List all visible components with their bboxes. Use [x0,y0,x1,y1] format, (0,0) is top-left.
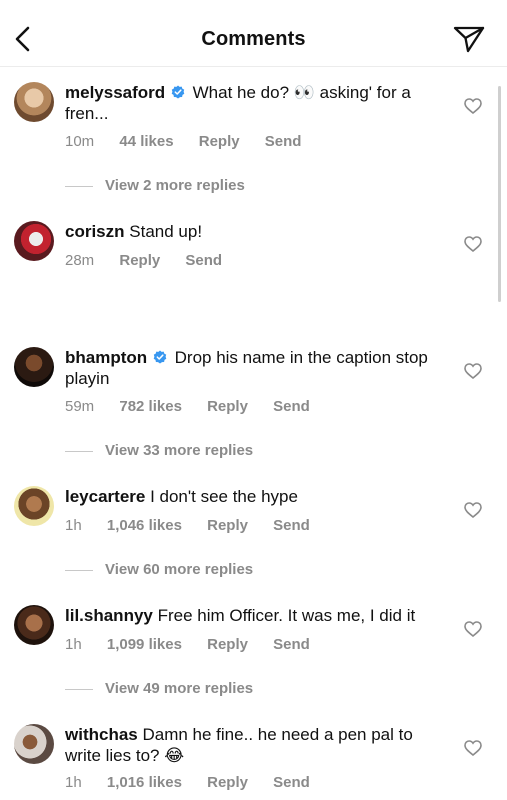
heart-icon[interactable] [464,621,482,637]
reply-button[interactable]: Reply [207,398,248,415]
heart-icon[interactable] [464,740,482,756]
comment-timestamp: 59m [65,398,95,415]
comment-timestamp: 1h [65,636,82,653]
heart-icon[interactable] [464,236,482,252]
send-button[interactable]: Send [273,398,310,415]
comment-username[interactable]: withchas [65,725,138,744]
view-replies-button[interactable]: View 60 more replies [65,561,253,578]
reply-button[interactable]: Reply [199,133,240,150]
comment-username[interactable]: coriszn [65,222,125,241]
comment-username[interactable]: leycartere [65,487,145,506]
avatar[interactable] [14,221,54,261]
comment-text: Free him Officer. It was me, I did it [157,606,416,625]
reply-button[interactable]: Reply [207,774,248,791]
scrollbar[interactable] [498,86,501,302]
reply-button[interactable]: Reply [207,517,248,534]
replies-divider [65,185,93,187]
likes-count[interactable]: 1,016 likes [107,774,182,791]
comment-meta: 10m 44 likes Reply Send [65,133,322,150]
comment-timestamp: 1h [65,774,82,791]
likes-count[interactable]: 44 likes [119,133,173,150]
view-replies-label: View 33 more replies [105,442,254,459]
view-replies-label: View 49 more replies [105,680,254,697]
comment-username[interactable]: lil.shannyy [65,606,153,625]
likes-count[interactable]: 1,099 likes [107,636,182,653]
comment-body: leycartere I don't see the hype [65,486,447,507]
view-replies-label: View 2 more replies [105,177,245,194]
replies-divider [65,688,93,690]
comment-meta: 28m Reply Send [65,252,243,269]
avatar[interactable] [14,605,54,645]
eyes-emoji: 👀 [293,83,315,102]
view-replies-button[interactable]: View 49 more replies [65,680,253,697]
comment-body: coriszn Stand up! [65,221,447,242]
page-title: Comments [201,28,306,50]
verified-badge-icon [153,350,167,364]
reply-button[interactable]: Reply [207,636,248,653]
share-button[interactable] [452,24,486,54]
heart-icon[interactable] [464,98,482,114]
view-replies-button[interactable]: View 33 more replies [65,442,253,459]
heart-icon[interactable] [464,363,482,379]
likes-count[interactable]: 1,046 likes [107,517,182,534]
comment-username[interactable]: melyssaford [65,83,165,102]
view-replies-button[interactable]: View 2 more replies [65,177,245,194]
avatar[interactable] [14,486,54,526]
avatar[interactable] [14,82,54,122]
comment-body: withchas Damn he fine.. he need a pen pa… [65,724,447,766]
avatar[interactable] [14,347,54,387]
send-button[interactable]: Send [273,517,310,534]
comment-text: I don't see the hype [150,487,298,506]
replies-divider [65,450,93,452]
comment-meta: 1h 1,016 likes Reply Send [65,774,331,791]
laughing-emoji: 😂 [164,746,185,765]
replies-divider [65,569,93,571]
verified-badge-icon [171,85,185,99]
comments-header: Comments [0,0,507,67]
comment-body: melyssaford What he do? 👀 asking' for a … [65,82,447,124]
send-button[interactable]: Send [273,636,310,653]
heart-icon[interactable] [464,502,482,518]
comment-text: Stand up! [129,222,203,241]
comment-timestamp: 28m [65,252,95,269]
send-button[interactable]: Send [265,133,302,150]
send-button[interactable]: Send [185,252,222,269]
likes-count[interactable]: 782 likes [119,398,182,415]
reply-button[interactable]: Reply [119,252,160,269]
comment-text: What he do? [192,83,294,102]
avatar[interactable] [14,724,54,764]
comment-timestamp: 10m [65,133,95,150]
comment-body: lil.shannyy Free him Officer. It was me,… [65,605,447,626]
comment-timestamp: 1h [65,517,82,534]
comment-body: bhampton Drop his name in the caption st… [65,347,447,389]
send-button[interactable]: Send [273,774,310,791]
comment-username[interactable]: bhampton [65,348,147,367]
view-replies-label: View 60 more replies [105,561,254,578]
paper-plane-icon [453,26,485,53]
comment-meta: 1h 1,046 likes Reply Send [65,517,331,534]
comment-meta: 59m 782 likes Reply Send [65,398,331,415]
comment-meta: 1h 1,099 likes Reply Send [65,636,331,653]
